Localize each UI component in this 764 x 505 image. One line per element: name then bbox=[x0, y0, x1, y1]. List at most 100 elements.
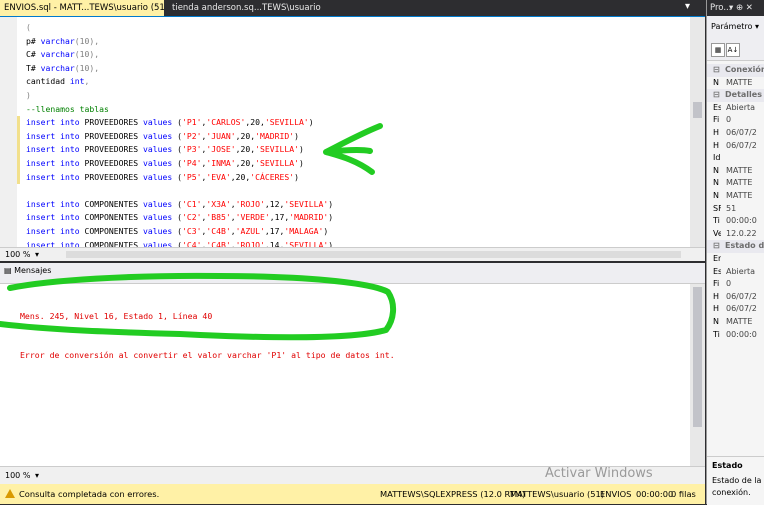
property-value: 06/07/2 bbox=[726, 304, 757, 314]
code-token: ,17, bbox=[269, 212, 290, 223]
code-token: varchar bbox=[40, 49, 75, 60]
code-line[interactable] bbox=[26, 184, 333, 198]
property-category[interactable]: ⊟ Estado de bbox=[707, 240, 764, 253]
property-row[interactable]: Fi 0 bbox=[707, 278, 764, 291]
query-editor[interactable]: (p# varchar(10), C# varchar(10), T# varcha… bbox=[0, 16, 705, 252]
editor-zoom-select[interactable]: 100 % bbox=[5, 248, 30, 261]
code-line[interactable]: --llenamos tablas bbox=[26, 103, 333, 117]
code-line[interactable]: insert into PROVEEDORES values ('P3','JO… bbox=[26, 143, 333, 157]
property-name: H bbox=[713, 128, 720, 137]
property-row[interactable]: H 06/07/2 bbox=[707, 303, 764, 316]
warning-icon bbox=[5, 489, 15, 498]
error-message-detail: Error de conversión al convertir el valo… bbox=[20, 350, 395, 360]
property-row[interactable]: Ti 00:00:0 bbox=[707, 215, 764, 228]
property-row[interactable]: Fi 0 bbox=[707, 114, 764, 127]
code-token: values bbox=[142, 225, 173, 236]
code-area[interactable]: (p# varchar(10), C# varchar(10), T# varcha… bbox=[26, 21, 333, 252]
property-row[interactable]: N MATTE bbox=[707, 77, 764, 90]
property-row[interactable]: H 06/07/2 bbox=[707, 127, 764, 140]
code-line[interactable]: insert into PROVEEDORES values ('P4','IN… bbox=[26, 157, 333, 171]
messages-icon: ▤ bbox=[4, 266, 12, 275]
property-row[interactable]: Es Abierta bbox=[707, 266, 764, 279]
code-token: ,12, bbox=[264, 198, 285, 209]
code-token: 'C2' bbox=[181, 212, 202, 223]
tab-dropdown-icon[interactable]: ▾ bbox=[685, 1, 690, 12]
activation-watermark: Activar Windows bbox=[545, 466, 653, 481]
code-token: ( bbox=[172, 171, 182, 182]
code-token: 'P3' bbox=[181, 144, 202, 155]
code-line[interactable]: cantidad int, bbox=[26, 75, 333, 89]
code-line[interactable]: ) bbox=[26, 89, 333, 103]
code-token: ,20, bbox=[230, 171, 251, 182]
property-row[interactable]: H 06/07/2 bbox=[707, 291, 764, 304]
property-value: MATTE bbox=[726, 165, 753, 175]
panel-window-controls[interactable]: ▾ ⊕ ✕ bbox=[729, 0, 753, 16]
code-token: ( bbox=[172, 157, 182, 168]
code-token: 'P4' bbox=[181, 157, 202, 168]
code-token: 'MADRID' bbox=[289, 212, 329, 223]
code-token: ) bbox=[328, 198, 334, 209]
code-token: insert into bbox=[26, 171, 80, 182]
code-line[interactable]: insert into COMPONENTES values ('C3','C4… bbox=[26, 225, 333, 239]
editor-scroll-thumb[interactable] bbox=[693, 102, 702, 118]
property-row[interactable]: Er bbox=[707, 253, 764, 266]
code-line[interactable]: insert into COMPONENTES values ('C1','X3… bbox=[26, 198, 333, 212]
editor-horizontal-scrollbar[interactable] bbox=[66, 251, 681, 258]
property-row[interactable]: H 06/07/2 bbox=[707, 140, 764, 153]
code-line[interactable]: insert into COMPONENTES values ('C2','B8… bbox=[26, 211, 333, 225]
code-token: ) bbox=[328, 212, 334, 223]
property-name: H bbox=[713, 304, 720, 314]
code-token: ( bbox=[172, 198, 182, 209]
panel-object-selector[interactable]: Parámetro ▾ bbox=[707, 16, 764, 38]
results-scroll-thumb[interactable] bbox=[693, 287, 702, 427]
code-line[interactable]: T# varchar(10), bbox=[26, 62, 333, 76]
property-category[interactable]: ⊟ Conexión bbox=[707, 64, 764, 77]
tab-envios-sql[interactable]: ENVIOS.sql - MATT...TEWS\usuario (51))*✕ bbox=[0, 0, 164, 16]
code-token: int bbox=[69, 76, 85, 87]
property-name: N bbox=[713, 165, 719, 175]
code-token: (10), bbox=[74, 35, 100, 46]
code-token: values bbox=[142, 157, 173, 168]
editor-zoom-bar: 100 % ▾ bbox=[0, 247, 705, 261]
results-zoom-select[interactable]: 100 % bbox=[5, 469, 30, 482]
categorized-icon[interactable]: ▦ bbox=[711, 43, 725, 57]
property-name: N bbox=[713, 178, 719, 188]
property-name: Es bbox=[713, 266, 721, 276]
code-token: insert into bbox=[26, 130, 80, 141]
status-server: MATTEWS\SQLEXPRESS (12.0 RTM) bbox=[380, 489, 526, 499]
alphabetical-icon[interactable]: A↓ bbox=[726, 43, 740, 57]
property-row[interactable]: N MATTE bbox=[707, 190, 764, 203]
code-line[interactable]: ( bbox=[26, 21, 333, 35]
code-token: ( bbox=[172, 225, 182, 236]
code-line[interactable]: insert into PROVEEDORES values ('P1','CA… bbox=[26, 116, 333, 130]
code-line[interactable]: insert into PROVEEDORES values ('P2','JU… bbox=[26, 130, 333, 144]
zoom-dropdown-icon[interactable]: ▾ bbox=[35, 248, 39, 261]
code-token: 'ROJO' bbox=[235, 198, 265, 209]
tab-tienda-anderson[interactable]: tienda anderson.sq...TEWS\usuario (54)) bbox=[168, 0, 323, 16]
property-row[interactable]: N MATTE bbox=[707, 165, 764, 178]
editor-gutter bbox=[0, 17, 17, 249]
status-database: ENVIOS bbox=[600, 489, 632, 499]
code-token: 'C1' bbox=[181, 198, 202, 209]
code-token: ) bbox=[298, 157, 304, 168]
property-value: MATTE bbox=[726, 77, 753, 87]
tab-messages[interactable]: ▤ Mensajes bbox=[4, 266, 51, 275]
editor-vertical-scrollbar[interactable] bbox=[690, 17, 705, 249]
property-row[interactable]: Es Abierta bbox=[707, 102, 764, 115]
property-row[interactable]: N MATTE bbox=[707, 177, 764, 190]
document-tab-bar: ENVIOS.sql - MATT...TEWS\usuario (51))*✕… bbox=[0, 0, 705, 16]
property-row[interactable]: Id bbox=[707, 152, 764, 165]
results-zoom-dropdown-icon[interactable]: ▾ bbox=[35, 469, 39, 482]
code-line[interactable]: C# varchar(10), bbox=[26, 48, 333, 62]
property-row[interactable]: N MATTE bbox=[707, 316, 764, 329]
code-token: 'EVA' bbox=[206, 171, 231, 182]
code-token: 'SEVILLA' bbox=[255, 144, 299, 155]
code-line[interactable]: p# varchar(10), bbox=[26, 35, 333, 49]
property-row[interactable]: SF 51 bbox=[707, 203, 764, 216]
property-category[interactable]: ⊟ Detalles d bbox=[707, 89, 764, 102]
property-row[interactable]: Ti 00:00:0 bbox=[707, 329, 764, 342]
change-indicator bbox=[17, 116, 20, 184]
property-row[interactable]: Ve 12.0.22 bbox=[707, 228, 764, 241]
status-bar: Consulta completada con errores. MATTEWS… bbox=[0, 484, 705, 504]
code-line[interactable]: insert into PROVEEDORES values ('P5','EV… bbox=[26, 171, 333, 185]
